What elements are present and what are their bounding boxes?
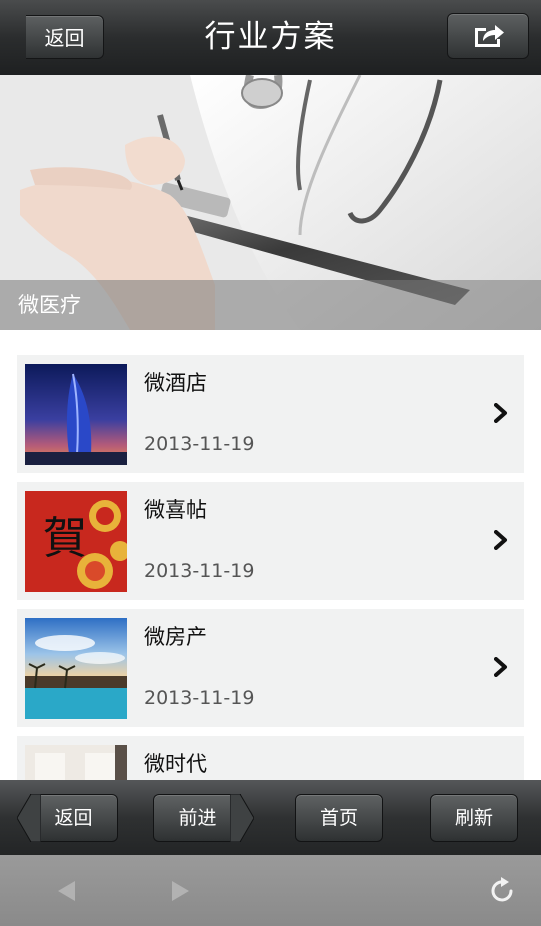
- item-date: 2013-11-19: [144, 687, 255, 709]
- back-arrow-shape: [17, 794, 41, 842]
- chevron-right-icon: [494, 657, 507, 677]
- share-button[interactable]: [447, 13, 529, 59]
- item-date: 2013-11-19: [144, 433, 255, 455]
- banner[interactable]: 微医疗: [0, 75, 541, 330]
- browser-toolbar: [0, 855, 541, 926]
- chevron-right-icon: [494, 403, 507, 423]
- item-title: 微房产: [144, 625, 207, 649]
- chevron-right-icon: [494, 530, 507, 550]
- list-item[interactable]: 賀 微喜帖 2013-11-19: [17, 482, 524, 600]
- back-button-label: 返回: [44, 26, 85, 50]
- nav-forward-button[interactable]: 前进: [153, 794, 254, 842]
- reload-icon[interactable]: [489, 875, 517, 905]
- white-interior-image: [25, 745, 127, 780]
- nav-home-label: 首页: [319, 807, 358, 829]
- share-icon: [475, 25, 504, 47]
- top-bar: 返回 行业方案: [0, 0, 541, 76]
- back-button[interactable]: 返回: [26, 15, 104, 59]
- item-date: 2013-11-19: [144, 560, 255, 582]
- nav-back-label: 返回: [54, 807, 93, 829]
- nav-refresh-button[interactable]: 刷新: [430, 794, 518, 842]
- list-item[interactable]: 微房产 2013-11-19: [17, 609, 524, 727]
- nav-back-button[interactable]: 返回: [17, 794, 118, 842]
- hotel-tower-image: [25, 364, 127, 465]
- svg-text:賀: 賀: [43, 513, 87, 564]
- item-title: 微喜帖: [144, 498, 207, 522]
- nav-refresh-label: 刷新: [454, 807, 493, 829]
- red-greeting-image: 賀: [25, 491, 127, 592]
- back-arrow-icon[interactable]: [55, 879, 77, 903]
- item-title: 微酒店: [144, 371, 207, 395]
- list-item[interactable]: 微时代: [17, 736, 524, 780]
- forward-arrow-shape: [230, 794, 254, 842]
- list-item[interactable]: 微酒店 2013-11-19: [17, 355, 524, 473]
- article-list: 微酒店 2013-11-19 賀 微喜帖 2013-11-19 微房产 2013…: [0, 330, 541, 780]
- resort-pool-image: [25, 618, 127, 719]
- forward-arrow-icon[interactable]: [170, 879, 192, 903]
- nav-home-button[interactable]: 首页: [295, 794, 383, 842]
- item-title: 微时代: [144, 752, 207, 776]
- banner-caption: 微医疗: [0, 280, 541, 330]
- bottom-nav: 返回 前进 首页 刷新: [0, 780, 541, 855]
- nav-forward-label: 前进: [178, 807, 217, 829]
